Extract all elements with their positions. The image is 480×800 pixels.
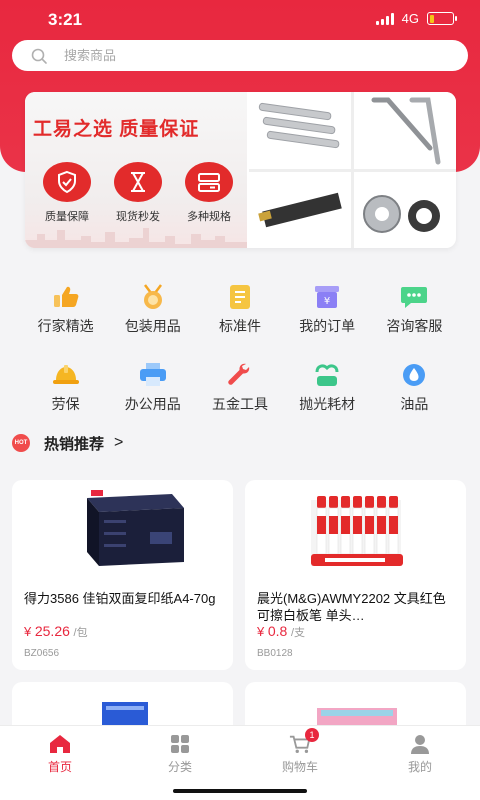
price-amount: 0.8: [267, 623, 288, 639]
product-code: BZ0656: [24, 648, 60, 659]
quick-item-my-orders[interactable]: ¥ 我的订单: [284, 284, 371, 336]
quick-label: 咨询客服: [386, 318, 443, 334]
tab-label: 我的: [407, 760, 432, 774]
quick-label: 标准件: [218, 318, 261, 334]
document-icon: [224, 284, 256, 310]
tile-steel-rods: [249, 92, 351, 169]
price-currency: ¥: [24, 624, 32, 639]
quick-item-support[interactable]: 咨询客服: [371, 284, 458, 336]
thumbs-up-icon: [50, 284, 82, 310]
price-amount: 25.26: [34, 623, 70, 639]
product-name: 得力3586 佳铂双面复印纸A4-70g: [24, 591, 216, 606]
quick-label: 办公用品: [124, 396, 181, 412]
hot-badge: HOT: [12, 434, 30, 452]
search-icon: [31, 48, 47, 64]
product-price: ¥ 0.8 /支: [257, 623, 305, 640]
tile-hex-key: [354, 92, 456, 169]
quick-item-office-supplies[interactable]: 办公用品: [109, 362, 196, 414]
quick-label: 包装用品: [124, 318, 181, 334]
battery-icon: [427, 12, 457, 25]
shield-check-icon: [43, 162, 91, 202]
product-image-copy-paper: [87, 490, 184, 566]
price-unit: /支: [290, 627, 306, 639]
tab-label: 首页: [47, 760, 72, 774]
status-indicators: 4G: [375, 11, 457, 26]
banner-product-tiles: [249, 92, 456, 248]
chevron-right-icon: >: [114, 434, 124, 451]
quick-label: 劳保: [51, 396, 80, 412]
home-indicator: [173, 789, 307, 793]
search-bar[interactable]: [12, 40, 468, 71]
quick-item-packaging[interactable]: 包装用品: [109, 284, 196, 336]
signal-icon: [375, 12, 394, 25]
banner-left-panel: 工易之选 质量保证 质量保障 现货秒发 多种规格: [25, 92, 247, 248]
tab-profile[interactable]: 我的: [380, 734, 460, 775]
hard-hat-icon: [50, 362, 82, 388]
quick-label: 油品: [400, 396, 429, 412]
tile-turning-tool: [249, 171, 351, 248]
feature-stock: 现货秒发: [106, 162, 170, 224]
hot-section-header[interactable]: HOT 热销推荐 >: [12, 432, 123, 454]
tab-cart[interactable]: 1 购物车: [260, 728, 340, 775]
medal-icon: [137, 284, 169, 310]
svg-text:¥: ¥: [324, 296, 330, 307]
tab-label: 分类: [167, 760, 192, 774]
quick-item-oil[interactable]: 油品: [371, 362, 458, 414]
price-unit: /包: [73, 627, 88, 639]
cart-icon: 1: [289, 728, 319, 754]
home-icon: [49, 734, 71, 754]
price-currency: ¥: [257, 624, 265, 639]
product-code: BB0128: [257, 648, 293, 659]
feature-label: 质量保障: [45, 211, 89, 223]
banner-slogan: 工易之选 质量保证: [33, 119, 200, 140]
product-image-whiteboard-markers: [311, 496, 403, 566]
quick-label: 抛光耗材: [299, 396, 356, 412]
feature-label: 现货秒发: [116, 211, 160, 223]
printer-icon: [137, 362, 169, 388]
status-time: 3:21: [48, 10, 83, 29]
grid-icon: [169, 734, 191, 754]
order-box-icon: ¥: [311, 284, 343, 310]
feature-specs: 多种规格: [177, 162, 241, 224]
quick-item-hardware-tools[interactable]: 五金工具: [196, 362, 283, 414]
feature-quality: 质量保障: [35, 162, 99, 224]
specs-icon: [185, 162, 233, 202]
chat-icon: [398, 284, 430, 310]
hourglass-icon: [114, 162, 162, 202]
quick-item-polishing[interactable]: 抛光耗材: [284, 362, 371, 414]
oil-drop-icon: [398, 362, 430, 388]
cart-count-badge: 1: [305, 728, 319, 742]
quick-label: 五金工具: [211, 396, 268, 412]
product-card[interactable]: 晨光(M&G)AWMY2202 文具红色可擦白板笔 单头… ¥ 0.8 /支 B…: [245, 480, 466, 670]
quick-item-selected[interactable]: 行家精选: [22, 284, 109, 336]
network-label: 4G: [401, 11, 419, 26]
tab-category[interactable]: 分类: [140, 734, 220, 775]
quick-label: 我的订单: [299, 318, 356, 334]
quick-menu-grid: 行家精选 包装用品 标准件 ¥ 我的订单 咨询客服 劳保 办公用品 五金工具 抛…: [22, 284, 458, 414]
promo-banner[interactable]: 工易之选 质量保证 质量保障 现货秒发 多种规格: [25, 92, 456, 248]
product-price: ¥ 25.26 /包: [24, 623, 88, 640]
polish-icon: [311, 362, 343, 388]
banner-features: 质量保障 现货秒发 多种规格: [35, 162, 241, 224]
wrench-icon: [224, 362, 256, 388]
tile-gauge-rings: [354, 171, 456, 248]
tab-label: 购物车: [281, 760, 318, 774]
quick-item-labor-protection[interactable]: 劳保: [22, 362, 109, 414]
feature-label: 多种规格: [187, 211, 231, 223]
user-icon: [409, 734, 431, 754]
quick-item-standard-parts[interactable]: 标准件: [196, 284, 283, 336]
battery-fill: [429, 14, 434, 23]
section-title: 热销推荐: [44, 435, 105, 453]
product-card[interactable]: 得力3586 佳铂双面复印纸A4-70g ¥ 25.26 /包 BZ0656: [12, 480, 233, 670]
status-bar: 3:21 4G: [0, 0, 480, 38]
search-input[interactable]: [64, 48, 424, 63]
product-name: 晨光(M&G)AWMY2202 文具红色可擦白板笔 单头…: [257, 591, 446, 623]
city-skyline-decoration: [25, 228, 247, 248]
quick-label: 行家精选: [37, 318, 94, 334]
tab-home[interactable]: 首页: [20, 734, 100, 775]
